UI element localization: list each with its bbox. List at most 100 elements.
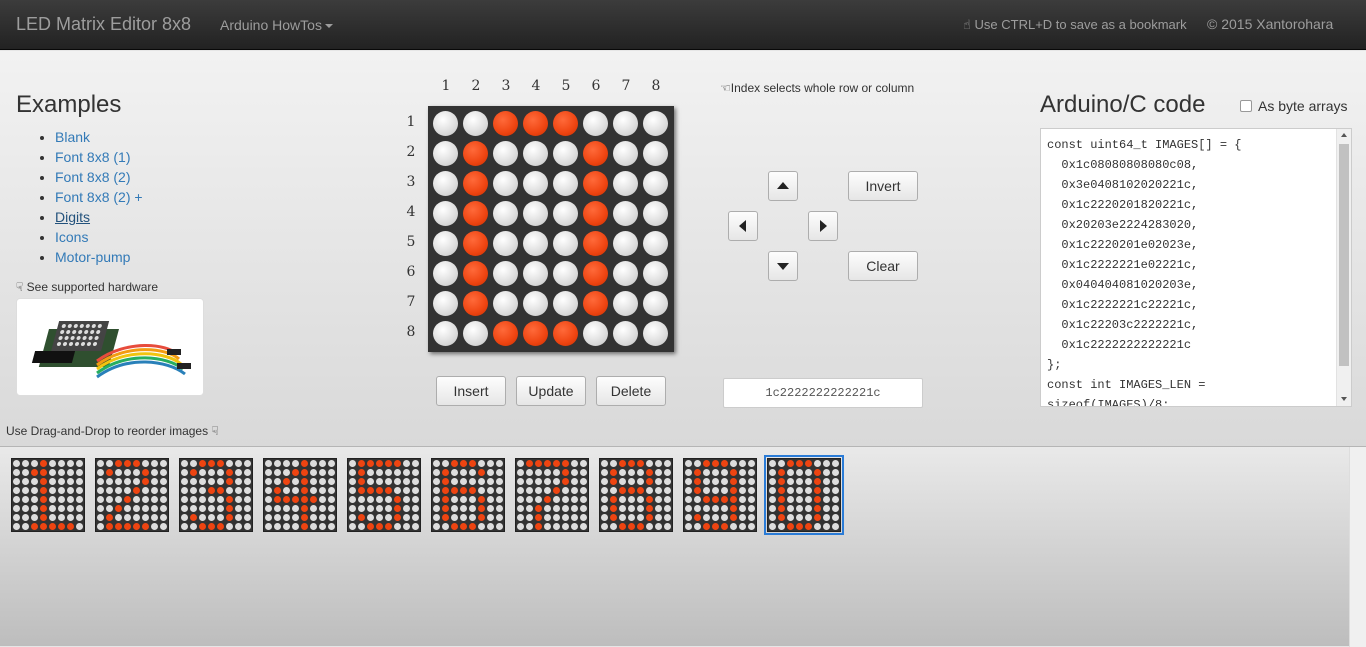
scroll-up-icon[interactable] [1341, 133, 1347, 137]
led-cell[interactable] [613, 291, 638, 316]
frame-thumbnail[interactable] [431, 458, 505, 532]
frame-thumbnail[interactable] [179, 458, 253, 532]
led-cell[interactable] [463, 171, 488, 196]
update-button[interactable]: Update [516, 376, 586, 406]
insert-button[interactable]: Insert [436, 376, 506, 406]
led-cell[interactable] [523, 291, 548, 316]
led-cell[interactable] [493, 171, 518, 196]
led-cell[interactable] [553, 201, 578, 226]
checkbox-box[interactable] [1240, 100, 1252, 112]
led-cell[interactable] [643, 141, 668, 166]
led-cell[interactable] [643, 291, 668, 316]
matrix-column-label[interactable]: 7 [611, 78, 641, 94]
matrix-column-label[interactable]: 4 [521, 78, 551, 94]
example-link[interactable]: Icons [55, 229, 88, 245]
matrix-column-label[interactable]: 3 [491, 78, 521, 94]
led-cell[interactable] [433, 261, 458, 286]
led-cell[interactable] [583, 231, 608, 256]
led-cell[interactable] [553, 231, 578, 256]
led-cell[interactable] [433, 141, 458, 166]
shift-down-button[interactable] [768, 251, 798, 281]
led-cell[interactable] [553, 141, 578, 166]
led-cell[interactable] [463, 201, 488, 226]
scroll-thumb[interactable] [1339, 144, 1349, 366]
led-cell[interactable] [463, 231, 488, 256]
led-cell[interactable] [583, 141, 608, 166]
matrix-column-label[interactable]: 1 [431, 78, 461, 94]
led-cell[interactable] [583, 291, 608, 316]
clear-button[interactable]: Clear [848, 251, 918, 281]
code-textarea[interactable]: const uint64_t IMAGES[] = { 0x1c08080808… [1040, 128, 1352, 407]
matrix-row-label[interactable]: 6 [404, 264, 418, 280]
hardware-image[interactable] [16, 298, 204, 396]
example-link[interactable]: Blank [55, 129, 90, 145]
led-cell[interactable] [493, 231, 518, 256]
matrix-column-label[interactable]: 2 [461, 78, 491, 94]
led-cell[interactable] [523, 171, 548, 196]
led-cell[interactable] [493, 321, 518, 346]
example-link[interactable]: Font 8x8 (1) [55, 149, 130, 165]
matrix-row-label[interactable]: 2 [404, 144, 418, 160]
brand-title[interactable]: LED Matrix Editor 8x8 [16, 14, 191, 35]
frames-scrollbar[interactable] [1349, 447, 1366, 647]
led-cell[interactable] [613, 111, 638, 136]
led-cell[interactable] [613, 321, 638, 346]
led-cell[interactable] [613, 141, 638, 166]
led-cell[interactable] [583, 261, 608, 286]
led-cell[interactable] [493, 141, 518, 166]
led-cell[interactable] [553, 321, 578, 346]
frame-thumbnail[interactable] [347, 458, 421, 532]
led-cell[interactable] [463, 141, 488, 166]
shift-up-button[interactable] [768, 171, 798, 201]
matrix-row-label[interactable]: 5 [404, 234, 418, 250]
led-cell[interactable] [433, 321, 458, 346]
led-cell[interactable] [613, 201, 638, 226]
frame-thumbnail[interactable] [11, 458, 85, 532]
led-cell[interactable] [613, 231, 638, 256]
matrix-column-label[interactable]: 5 [551, 78, 581, 94]
shift-left-button[interactable] [728, 211, 758, 241]
led-cell[interactable] [643, 111, 668, 136]
led-cell[interactable] [643, 261, 668, 286]
frame-thumbnail[interactable] [95, 458, 169, 532]
frame-thumbnail[interactable] [764, 455, 844, 535]
led-cell[interactable] [643, 231, 668, 256]
example-link[interactable]: Motor-pump [55, 249, 130, 265]
led-cell[interactable] [553, 111, 578, 136]
arduino-howtos-dropdown[interactable]: Arduino HowTos [220, 17, 333, 33]
shift-right-button[interactable] [808, 211, 838, 241]
led-cell[interactable] [493, 261, 518, 286]
hex-value-input[interactable] [723, 378, 923, 408]
led-cell[interactable] [433, 111, 458, 136]
led-cell[interactable] [583, 321, 608, 346]
scroll-down-icon[interactable] [1341, 397, 1347, 401]
led-cell[interactable] [613, 261, 638, 286]
led-cell[interactable] [613, 171, 638, 196]
led-cell[interactable] [643, 171, 668, 196]
matrix-row-label[interactable]: 4 [404, 204, 418, 220]
matrix-row-label[interactable]: 7 [404, 294, 418, 310]
led-cell[interactable] [433, 201, 458, 226]
matrix-column-label[interactable]: 8 [641, 78, 671, 94]
matrix-row-label[interactable]: 8 [404, 324, 418, 340]
led-cell[interactable] [583, 201, 608, 226]
example-link[interactable]: Digits [55, 209, 90, 225]
frame-thumbnail[interactable] [683, 458, 757, 532]
copyright-link[interactable]: © 2015 Xantorohara [1207, 16, 1333, 32]
matrix-row-label[interactable]: 1 [404, 114, 418, 130]
invert-button[interactable]: Invert [848, 171, 918, 201]
example-link[interactable]: Font 8x8 (2) [55, 169, 130, 185]
frame-thumbnail[interactable] [515, 458, 589, 532]
example-link[interactable]: Font 8x8 (2) + [55, 189, 143, 205]
led-cell[interactable] [433, 231, 458, 256]
matrix-column-label[interactable]: 6 [581, 78, 611, 94]
led-cell[interactable] [643, 201, 668, 226]
led-cell[interactable] [493, 201, 518, 226]
led-cell[interactable] [463, 321, 488, 346]
led-cell[interactable] [523, 201, 548, 226]
led-cell[interactable] [583, 111, 608, 136]
frame-thumbnail[interactable] [263, 458, 337, 532]
supported-hardware-link[interactable]: ☟ See supported hardware [16, 280, 158, 294]
code-scrollbar[interactable] [1336, 129, 1351, 406]
led-cell[interactable] [493, 111, 518, 136]
